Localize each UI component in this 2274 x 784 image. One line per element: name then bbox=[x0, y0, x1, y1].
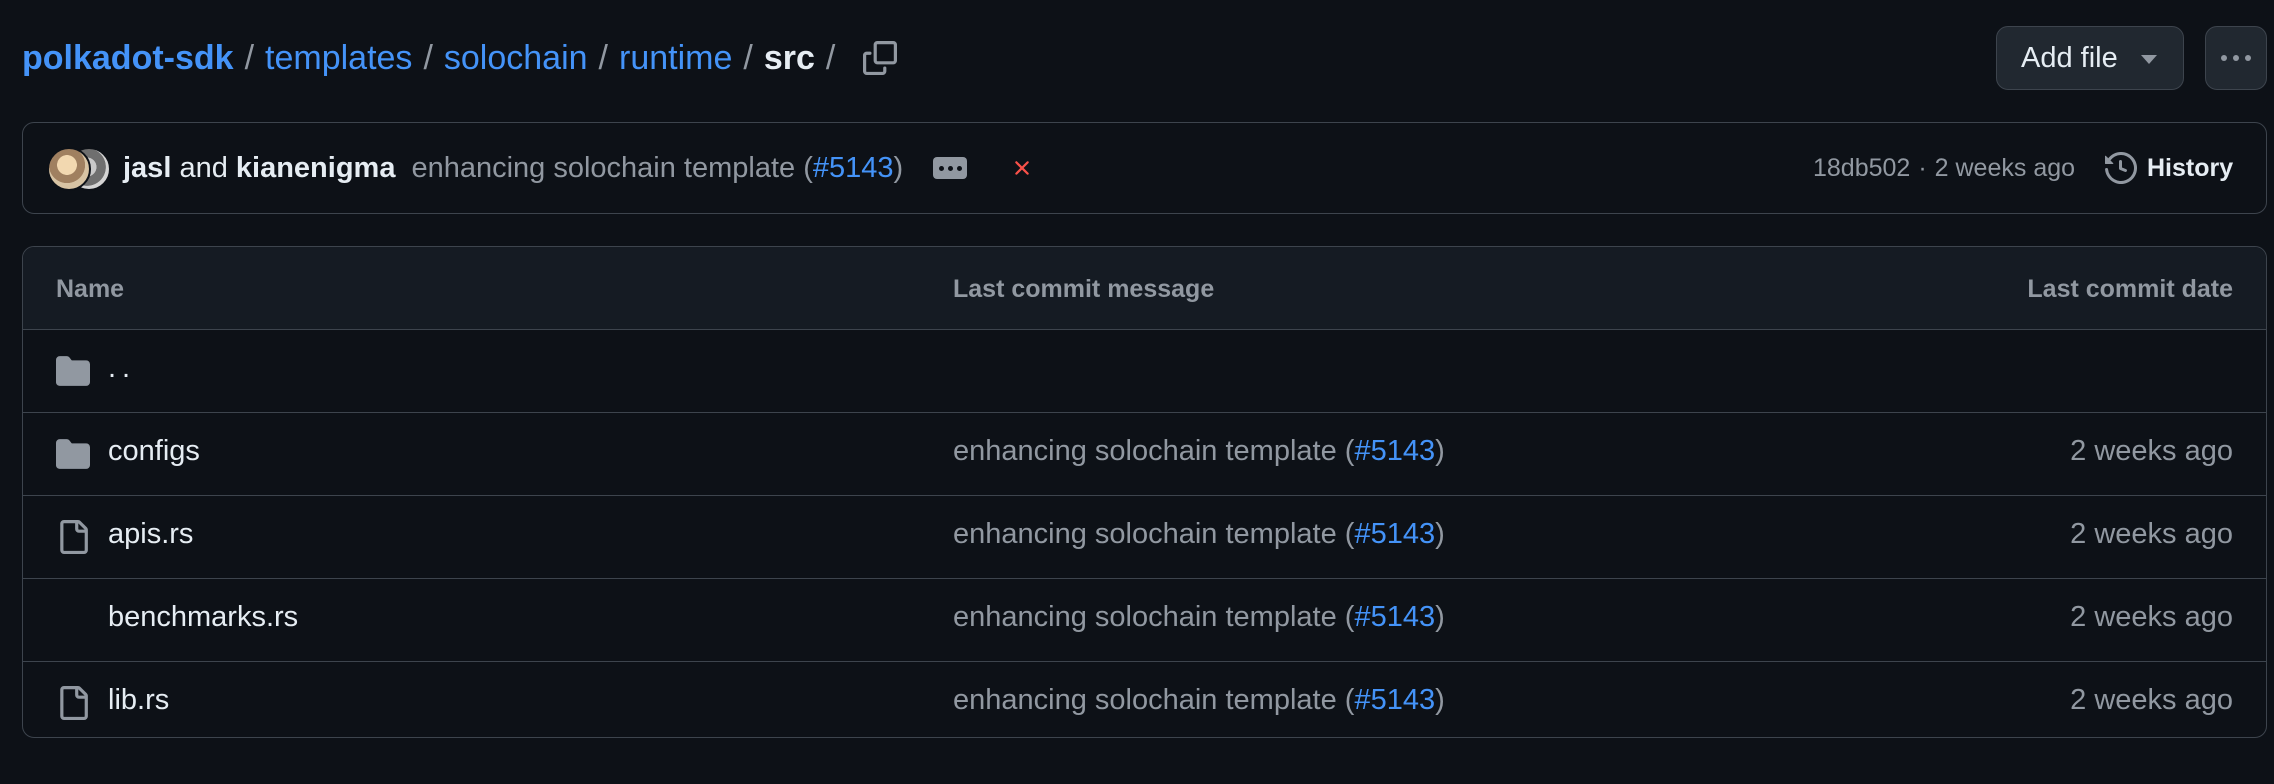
add-file-button[interactable]: Add file bbox=[1996, 26, 2184, 90]
table-row: benchmarks.rs enhancing solochain templa… bbox=[23, 579, 2266, 662]
avatar-jasl[interactable] bbox=[47, 147, 91, 191]
add-file-label: Add file bbox=[2021, 41, 2118, 74]
folder-icon bbox=[56, 356, 90, 386]
kebab-dot-icon bbox=[2233, 55, 2239, 61]
x-icon bbox=[1015, 161, 1029, 175]
history-icon bbox=[2105, 152, 2137, 184]
ellipsis-dot-icon bbox=[938, 165, 944, 171]
commit-pr-link[interactable]: #5143 bbox=[813, 152, 894, 184]
row-commit-message-close: ) bbox=[1435, 601, 1445, 633]
ellipsis-dot-icon bbox=[947, 165, 953, 171]
breadcrumb-link-solochain[interactable]: solochain bbox=[444, 38, 588, 78]
copy-path-button[interactable] bbox=[860, 38, 900, 78]
folder-icon bbox=[56, 439, 90, 469]
table-row: lib.rs enhancing solochain template (#51… bbox=[23, 662, 2266, 737]
row-commit-date: 2 weeks ago bbox=[2070, 435, 2233, 467]
expand-commit-message-button[interactable] bbox=[933, 157, 968, 179]
row-commit-message-text[interactable]: enhancing solochain template ( bbox=[953, 601, 1354, 633]
row-commit-message-text[interactable]: enhancing solochain template ( bbox=[953, 518, 1354, 550]
breadcrumb: polkadot-sdk / templates / solochain / r… bbox=[22, 38, 900, 78]
row-commit-message: enhancing solochain template (#5143) bbox=[953, 684, 1445, 717]
row-commit-message-text[interactable]: enhancing solochain template ( bbox=[953, 435, 1354, 467]
breadcrumb-root-link[interactable]: polkadot-sdk bbox=[22, 38, 234, 78]
commit-authors: jasl and kianenigma bbox=[123, 152, 395, 185]
file-icon bbox=[60, 686, 88, 720]
file-icon bbox=[56, 603, 90, 637]
breadcrumb-separator: / bbox=[743, 39, 753, 77]
breadcrumb-current: src bbox=[763, 39, 815, 77]
row-commit-date: 2 weeks ago bbox=[2070, 518, 2233, 550]
row-pr-link[interactable]: #5143 bbox=[1354, 435, 1435, 467]
kebab-dot-icon bbox=[2221, 55, 2227, 61]
copy-icon bbox=[863, 41, 898, 75]
row-commit-message-close: ) bbox=[1435, 684, 1445, 716]
file-name-link[interactable]: apis.rs bbox=[108, 518, 193, 551]
row-commit-message-text[interactable]: enhancing solochain template ( bbox=[953, 684, 1354, 716]
breadcrumb-link-runtime[interactable]: runtime bbox=[619, 38, 732, 78]
row-pr-link[interactable]: #5143 bbox=[1354, 684, 1435, 716]
row-commit-message-close: ) bbox=[1435, 518, 1445, 550]
breadcrumb-separator: / bbox=[825, 39, 836, 77]
triangle-down-icon bbox=[2141, 55, 2157, 64]
row-pr-link[interactable]: #5143 bbox=[1354, 601, 1435, 633]
author-link-jasl[interactable]: jasl bbox=[123, 152, 171, 184]
table-row: configs enhancing solochain template (#5… bbox=[23, 413, 2266, 496]
header-last-commit-message: Last commit message bbox=[953, 275, 1215, 303]
row-commit-date: 2 weeks ago bbox=[2070, 601, 2233, 633]
latest-commit-bar: jasl and kianenigma enhancing solochain … bbox=[22, 122, 2267, 214]
author-link-kianenigma[interactable]: kianenigma bbox=[236, 152, 396, 184]
commit-meta-dot: · bbox=[1918, 153, 1927, 182]
file-name-link[interactable]: configs bbox=[108, 435, 200, 468]
history-label: History bbox=[2147, 153, 2234, 182]
row-commit-message-close: ) bbox=[1435, 435, 1445, 467]
more-options-button[interactable] bbox=[2205, 26, 2267, 90]
parent-directory-link[interactable]: .. bbox=[108, 352, 136, 385]
header-last-commit-date: Last commit date bbox=[2027, 275, 2233, 303]
parent-directory-row[interactable]: .. bbox=[23, 330, 2266, 413]
top-bar: polkadot-sdk / templates / solochain / r… bbox=[22, 18, 2274, 98]
file-name-link[interactable]: lib.rs bbox=[108, 684, 169, 717]
row-commit-message: enhancing solochain template (#5143) bbox=[953, 601, 1445, 634]
row-commit-message: enhancing solochain template (#5143) bbox=[953, 435, 1445, 468]
file-name-link[interactable]: benchmarks.rs bbox=[108, 601, 298, 634]
table-header: Name Last commit message Last commit dat… bbox=[23, 247, 2266, 330]
breadcrumb-separator: / bbox=[244, 39, 255, 77]
breadcrumb-link-templates[interactable]: templates bbox=[265, 38, 412, 78]
ellipsis-dot-icon bbox=[956, 165, 962, 171]
breadcrumb-separator: / bbox=[423, 39, 433, 77]
commit-time: 2 weeks ago bbox=[1934, 153, 2076, 182]
file-table: Name Last commit message Last commit dat… bbox=[22, 246, 2267, 738]
commit-message-close: ) bbox=[893, 151, 904, 184]
commit-meta: 18db502 · 2 weeks ago bbox=[1813, 123, 2075, 213]
breadcrumb-separator: / bbox=[598, 39, 608, 77]
commit-message[interactable]: enhancing solochain template (#5143) bbox=[411, 152, 903, 185]
ci-status-failure-icon[interactable] bbox=[1009, 155, 1035, 181]
history-button[interactable]: History bbox=[2105, 123, 2233, 213]
header-name: Name bbox=[56, 275, 125, 303]
author-joiner: and bbox=[179, 151, 228, 184]
commit-avatars bbox=[47, 147, 111, 191]
table-row: apis.rs enhancing solochain template (#5… bbox=[23, 496, 2266, 579]
kebab-dot-icon bbox=[2245, 55, 2251, 61]
file-icon bbox=[60, 520, 88, 554]
row-commit-date: 2 weeks ago bbox=[2070, 684, 2233, 716]
commit-sha-link[interactable]: 18db502 bbox=[1813, 154, 1910, 183]
row-pr-link[interactable]: #5143 bbox=[1354, 518, 1435, 550]
commit-message-text[interactable]: enhancing solochain template ( bbox=[411, 152, 812, 184]
row-commit-message: enhancing solochain template (#5143) bbox=[953, 518, 1445, 551]
